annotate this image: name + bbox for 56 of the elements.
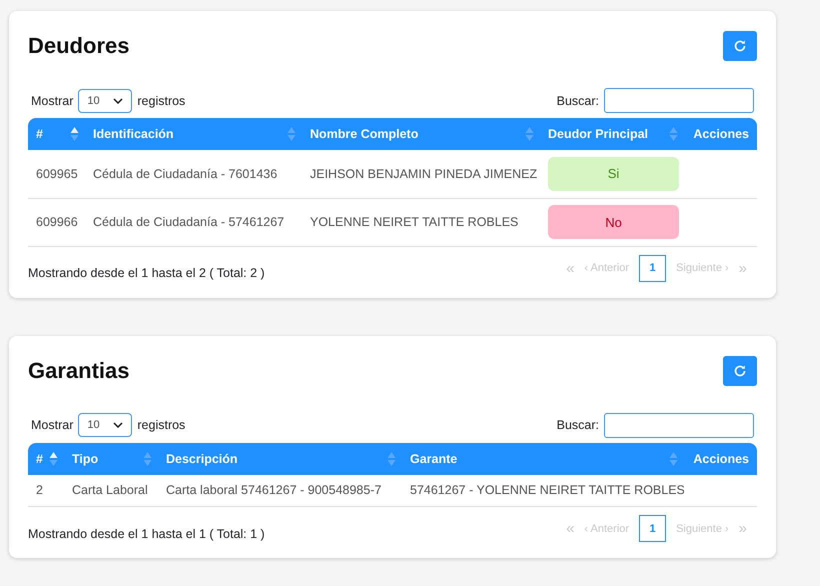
table-cell: Carta laboral 57461267 - 900548985-7 <box>166 483 382 498</box>
length-label: Mostrar <box>31 94 74 108</box>
search-field[interactable] <box>604 88 754 113</box>
column-header[interactable]: Identificación <box>85 118 302 150</box>
caret-icon <box>113 422 124 428</box>
panel-title: Deudores <box>28 33 130 59</box>
column-header[interactable]: Tipo <box>64 442 158 474</box>
length-suffix: registros <box>137 94 186 108</box>
table-cell: 57461267 - YOLENNE NEIRET TAITTE ROBLES <box>410 483 684 498</box>
search-label: Buscar: <box>556 418 599 432</box>
caret-icon <box>113 98 124 104</box>
table-cell: Carta Laboral <box>72 483 148 498</box>
table-cell: JEIHSON BENJAMIN PINEDA JIMENEZ <box>310 166 538 181</box>
sort-icon <box>669 126 678 142</box>
sort-icon <box>669 450 678 466</box>
table-info: Mostrando desde el 1 hasta el 1 ( Total: 1 ) <box>28 526 265 540</box>
table-cell: 609966 <box>36 215 78 229</box>
column-header[interactable]: Descripción <box>158 442 402 474</box>
table-cell: YOLENNE NEIRET TAITTE ROBLES <box>310 215 518 229</box>
sort-icon <box>525 126 534 142</box>
column-header[interactable]: Nombre Completo <box>302 118 540 150</box>
page-number[interactable]: 1 <box>639 254 666 282</box>
refresh-button[interactable] <box>723 31 757 61</box>
sort-icon <box>143 450 152 466</box>
page-number[interactable]: 1 <box>639 515 666 542</box>
refresh-button[interactable] <box>723 356 757 386</box>
length-select[interactable]: 10 <box>78 88 132 112</box>
column-header[interactable]: Garante <box>402 442 684 474</box>
search-field[interactable] <box>604 412 754 438</box>
last-page-link[interactable]: » <box>738 260 747 276</box>
column-header[interactable]: # <box>28 442 64 474</box>
table-info: Mostrando desde el 1 hasta el 2 ( Total: 2 ) <box>28 266 265 280</box>
length-label: Mostrar <box>31 418 74 432</box>
table-cell: Cédula de Ciudadanía - 7601436 <box>93 166 278 181</box>
length-suffix: registros <box>137 418 186 432</box>
table-cell: 609965 <box>36 166 78 181</box>
length-select[interactable]: 10 <box>78 413 132 437</box>
column-header[interactable]: # <box>28 118 85 150</box>
first-page-link[interactable]: « <box>566 260 574 276</box>
sort-icon <box>287 126 296 142</box>
refresh-icon <box>733 39 747 53</box>
column-header[interactable]: Acciones <box>684 118 757 150</box>
status-badge: Si <box>548 156 679 191</box>
sort-icon <box>70 126 79 142</box>
last-page-link[interactable]: » <box>738 520 747 537</box>
panel-title: Garantias <box>28 358 130 384</box>
table-cell: Cédula de Ciudadanía - 57461267 <box>93 215 284 229</box>
sort-icon <box>387 450 396 466</box>
status-badge: No <box>548 205 679 239</box>
sort-icon <box>49 450 58 466</box>
search-label: Buscar: <box>556 94 599 108</box>
column-header[interactable]: Acciones <box>684 442 757 474</box>
table-cell: 2 <box>36 483 43 498</box>
column-header[interactable]: Deudor Principal <box>540 118 684 150</box>
first-page-link[interactable]: « <box>566 520 574 537</box>
refresh-icon <box>733 364 747 378</box>
